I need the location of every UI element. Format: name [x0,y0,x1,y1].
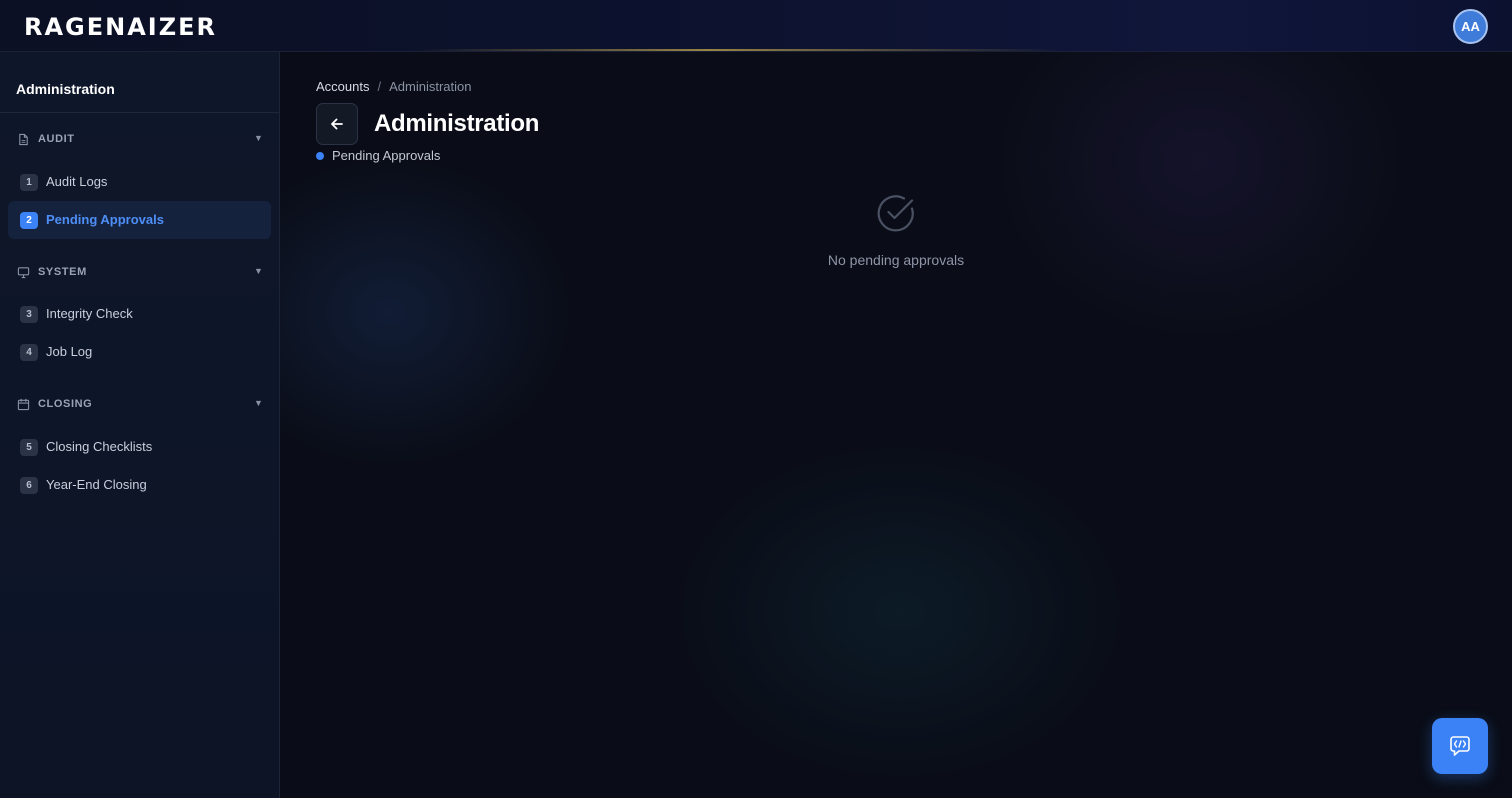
breadcrumb-accounts-link[interactable]: Accounts [316,79,369,94]
sidebar-item-closing-checklists[interactable]: 5 Closing Checklists [8,428,271,466]
sidebar-item-label: Job Log [46,344,93,359]
back-button[interactable] [316,103,358,145]
tab-pending-approvals[interactable]: Pending Approvals [316,148,440,163]
section-label-system: SYSTEM [38,266,87,278]
section-label-closing: CLOSING [38,398,93,410]
nav-number-badge: 1 [20,174,38,191]
user-avatar[interactable]: AA [1453,9,1488,44]
empty-state-message: No pending approvals [827,252,965,268]
sidebar-item-label: Closing Checklists [46,439,153,454]
nav-number-badge: 3 [20,306,38,323]
sidebar-item-label: Pending Approvals [46,212,164,227]
sidebar-item-integrity-check[interactable]: 3 Integrity Check [8,295,271,333]
header-accent-line [420,49,1060,51]
nav-number-badge: 2 [20,212,38,229]
main-content: Accounts / Administration Administration… [280,52,1512,798]
sidebar-item-pending-approvals[interactable]: 2 Pending Approvals [8,201,271,239]
caret-down-icon: ▼ [254,133,263,143]
section-header-audit[interactable]: AUDIT ▼ [0,129,279,151]
page-title: Administration [374,110,540,137]
calendar-icon [17,398,30,411]
nav-number-badge: 5 [20,439,38,456]
caret-down-icon: ▼ [254,398,263,408]
top-bar: RAGENAIZER AA [0,0,1512,52]
arrow-left-icon [331,118,343,130]
sidebar-item-label: Audit Logs [46,174,108,189]
nav-number-badge: 4 [20,344,38,361]
assistant-fab-button[interactable] [1432,718,1488,774]
section-header-system[interactable]: SYSTEM ▼ [0,262,279,284]
active-tab-dot [316,151,324,160]
check-circle-icon [877,195,914,232]
caret-down-icon: ▼ [254,266,263,276]
section-header-closing[interactable]: CLOSING ▼ [0,394,279,416]
sidebar-item-label: Integrity Check [46,306,133,321]
breadcrumb: Accounts / Administration [316,79,471,94]
sidebar-item-audit-logs[interactable]: 1 Audit Logs [8,163,271,201]
sidebar: Administration AUDIT ▼ 1 Audit Logs 2 Pe… [0,52,280,798]
section-label-audit: AUDIT [38,133,75,145]
nav-number-badge: 6 [20,477,38,494]
tab-label: Pending Approvals [332,148,441,163]
sidebar-title: Administration [16,81,115,97]
breadcrumb-current: Administration [389,79,472,94]
sidebar-item-job-log[interactable]: 4 Job Log [8,333,271,371]
document-icon [19,133,28,146]
sidebar-item-year-end-closing[interactable]: 6 Year-End Closing [8,466,271,504]
assistant-icon [1450,736,1470,756]
sidebar-divider [0,112,279,113]
sidebar-item-label: Year-End Closing [46,477,147,492]
breadcrumb-separator: / [377,79,382,94]
monitor-icon [17,267,30,279]
app-logo[interactable]: RAGENAIZER [24,13,217,41]
